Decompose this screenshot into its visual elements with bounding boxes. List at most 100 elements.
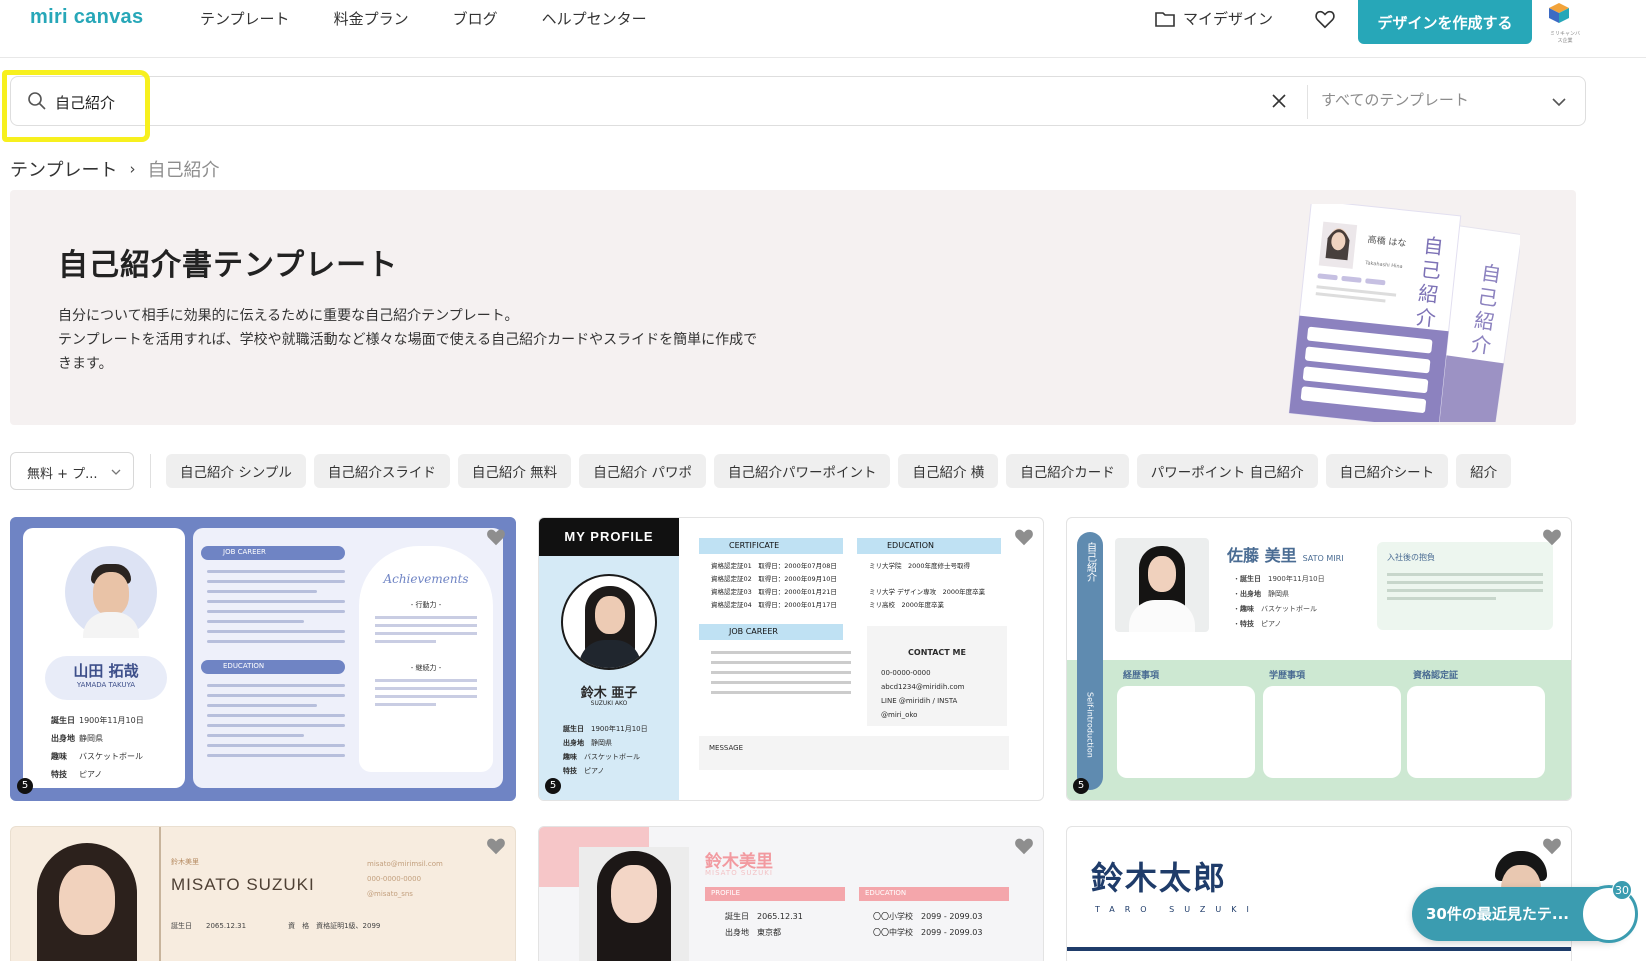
profile-name-small: 鈴木美里 xyxy=(171,858,199,866)
page-count-badge: 5 xyxy=(1073,778,1089,794)
profile-info: 誕生日 2065.12.31 出身地 東京都 xyxy=(725,912,803,937)
profile-info: 誕生日 1900年11月10日 出身地 静岡県 趣味 バスケットボール 特技 ピ… xyxy=(563,725,648,775)
avatar xyxy=(27,843,147,961)
main-nav: テンプレート 料金プラン ブログ ヘルプセンター xyxy=(200,8,691,29)
aspiration-note: 入社後の抱負 xyxy=(1377,542,1553,630)
profile-column: MY PROFILE 鈴木 亜子 SUZUKI AKO 誕生日 1900年11月… xyxy=(539,518,679,800)
profile-name: 山田 拓哉 xyxy=(73,662,139,680)
job-career-lines xyxy=(711,646,851,701)
favorite-heart-icon[interactable] xyxy=(1541,835,1563,857)
favorite-heart-icon[interactable] xyxy=(485,526,507,548)
contact-box: CONTACT ME 00-0000-0000 abcd1234@miridih… xyxy=(867,626,1007,726)
breadcrumb-templates[interactable]: テンプレート xyxy=(10,156,117,182)
vertical-title: 自己紹介 xyxy=(1084,542,1096,582)
job-career-header: JOB CAREER xyxy=(201,546,345,560)
nav-help-center[interactable]: ヘルプセンター xyxy=(542,8,647,29)
profile-name: 佐藤 美里 SATO MIRI xyxy=(1227,546,1344,565)
nav-templates[interactable]: テンプレート xyxy=(200,8,290,29)
profile-name: MISATO SUZUKI xyxy=(171,875,315,894)
chip-keyword[interactable]: 自己紹介カード xyxy=(1006,454,1129,488)
search-input[interactable] xyxy=(55,89,1255,115)
education-lines xyxy=(207,684,345,764)
contact-sns: LINE @miridih / INSTA @miri_oko xyxy=(881,697,958,719)
nav-blog[interactable]: ブログ xyxy=(453,8,498,29)
aspiration-title: 入社後の抱負 xyxy=(1387,553,1435,562)
career-lines xyxy=(207,570,345,650)
template-card[interactable]: 山田 拓哉 YAMADA TAKUYA 誕生日 1900年11月10日 出身地 静岡… xyxy=(10,517,516,801)
recently-viewed-count-badge: 30 xyxy=(1612,880,1632,900)
certificate-list: 資格認定証01 取得日：2000年07月08日 資格認定証02 取得日：2000年… xyxy=(711,562,837,609)
vertical-title-bar: 自己紹介 Self-introduction xyxy=(1077,532,1103,790)
chip-keyword[interactable]: 自己紹介シート xyxy=(1325,454,1449,488)
folder-icon xyxy=(1155,11,1175,27)
my-profile-title: MY PROFILE xyxy=(539,518,679,556)
ach-item-2: - 継続力 - xyxy=(410,664,442,672)
hero-desc-line1: 自分について相手に効果的に伝えるために重要な自己紹介テンプレート。 xyxy=(58,308,519,324)
vertical-title-en: Self-introduction xyxy=(1085,692,1095,758)
education-col-title: 学歴事項 xyxy=(1269,671,1306,681)
category-hero-banner: 自己紹介書テンプレート 自分について相手に効果的に伝えるために重要な自己紹介テン… xyxy=(10,190,1576,425)
certificate-header: CERTIFICATE xyxy=(699,538,843,554)
miri-canvas-logo[interactable]: miri canvas xyxy=(30,6,143,29)
favorite-heart-icon[interactable] xyxy=(1541,526,1563,548)
profile-header: PROFILE xyxy=(705,887,845,901)
hero-title: 自己紹介書テンプレート xyxy=(58,248,399,283)
favorites-heart-icon[interactable] xyxy=(1314,8,1336,30)
hero-description: 自分について相手に効果的に伝えるために重要な自己紹介テンプレート。 テンプレート… xyxy=(58,304,818,376)
page-count-badge: 5 xyxy=(17,778,33,794)
price-filter-select[interactable]: 無料 + プ... xyxy=(10,452,134,490)
profile-name-en: YAMADA TAKUYA xyxy=(76,681,136,689)
career-panel: JOB CAREER EDUCATION Achievements - 行動力 … xyxy=(193,528,503,788)
template-card[interactable]: 鈴木美里 MISATO SUZUKI misato@mirimsil.com 00… xyxy=(10,826,516,961)
chip-keyword[interactable]: 自己紹介 無料 xyxy=(457,454,572,488)
chip-keyword[interactable]: 自己紹介スライド xyxy=(313,454,450,488)
chevron-down-icon xyxy=(111,469,121,475)
related-keyword-chips: 自己紹介 シンプル 自己紹介スライド 自己紹介 無料 自己紹介 パワポ 自己紹介… xyxy=(166,454,1512,488)
template-card[interactable]: 鈴木美里 MISATO SUZUKI PROFILE EDUCATION 誕生日… xyxy=(538,826,1044,961)
profile-name: 鈴木 亜子 xyxy=(580,686,638,701)
my-design-link[interactable]: マイデザイン xyxy=(1155,8,1273,29)
nav-pricing[interactable]: 料金プラン xyxy=(334,8,409,29)
avatar xyxy=(65,546,157,638)
job-career-header: JOB CAREER xyxy=(699,624,843,640)
ach-item-1: - 行動力 - xyxy=(410,601,442,609)
template-card[interactable]: 自己紹介 Self-introduction 佐藤 美里 SATO MIRI ・誕… xyxy=(1066,517,1572,801)
education-info: 〇〇小学校 2099 - 2099.03 〇〇中学校 2099 - 2099.03 xyxy=(873,912,983,937)
name-pill: 山田 拓哉 YAMADA TAKUYA xyxy=(45,656,167,700)
accent-strip xyxy=(159,827,161,961)
page-count-badge: 5 xyxy=(545,778,561,794)
message-box: MESSAGE xyxy=(699,736,1009,770)
accent-line xyxy=(1067,947,1571,951)
brand-cube-icon xyxy=(1549,3,1569,23)
education-header: EDUCATION xyxy=(201,660,345,674)
chevron-down-icon[interactable] xyxy=(1551,94,1567,110)
certificate-col-title: 資格認定証 xyxy=(1413,671,1459,681)
template-scope-select[interactable]: すべてのテンプレート xyxy=(1321,89,1469,110)
create-design-button[interactable]: デザインを作成する xyxy=(1358,0,1532,44)
filter-divider xyxy=(150,454,151,488)
chip-keyword[interactable]: 紹介 xyxy=(1456,454,1512,488)
search-bar: すべてのテンプレート xyxy=(10,76,1586,126)
favorite-heart-icon[interactable] xyxy=(1013,835,1035,857)
profile-info: 誕生日 2065.12.31 資 格 資格証明1級、2099 xyxy=(171,922,381,930)
favorite-heart-icon[interactable] xyxy=(485,835,507,857)
favorite-heart-icon[interactable] xyxy=(1013,526,1035,548)
education-header: EDUCATION xyxy=(859,887,1009,901)
search-divider xyxy=(1307,85,1308,119)
price-filter-label: 無料 + プ... xyxy=(27,467,98,482)
breadcrumb: テンプレート › 自己紹介 xyxy=(10,156,219,182)
chip-keyword[interactable]: 自己紹介パワーポイント xyxy=(713,454,891,488)
profile-info: ・誕生日 1900年11月10日 ・出身地 静岡県 ・趣味 バスケットボール ・… xyxy=(1233,575,1325,628)
clear-search-icon[interactable] xyxy=(1271,93,1287,109)
chip-keyword[interactable]: 自己紹介 パワポ xyxy=(579,454,706,488)
chip-keyword[interactable]: 自己紹介 シンプル xyxy=(166,454,306,488)
chip-keyword[interactable]: 自己紹介 横 xyxy=(898,454,999,488)
company-brand-mark[interactable]: ミリキャンバス企業 xyxy=(1548,2,1582,44)
chip-keyword[interactable]: パワーポイント 自己紹介 xyxy=(1136,454,1318,488)
filter-row: 無料 + プ... 自己紹介 シンプル 自己紹介スライド 自己紹介 無料 自己紹… xyxy=(10,452,1610,492)
contact-phone: 00-0000-0000 xyxy=(881,669,931,677)
template-card[interactable]: MY PROFILE 鈴木 亜子 SUZUKI AKO 誕生日 1900年11月… xyxy=(538,517,1044,801)
hero-illustration: 自己紹介 高橋 はな Takahashi Hina 自己紹介 xyxy=(1288,204,1520,422)
contact-info: misato@mirimsil.com 000-0000-0000 @misato_… xyxy=(367,860,443,898)
education-col xyxy=(1263,686,1401,778)
